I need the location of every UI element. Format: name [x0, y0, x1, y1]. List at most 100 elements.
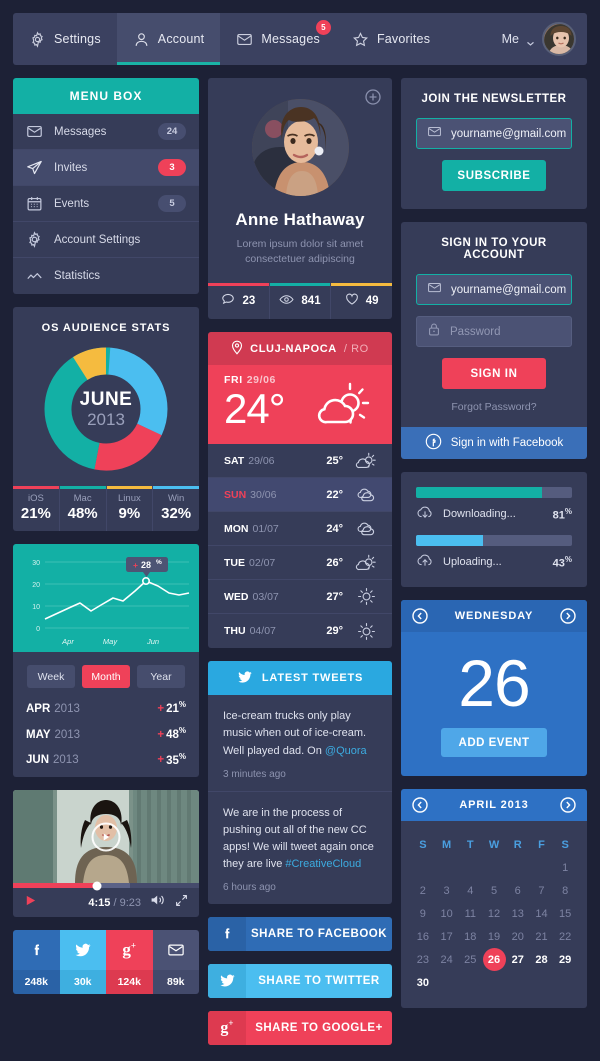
calendar-day[interactable]: 1: [553, 856, 577, 879]
calendar-day[interactable]: 25: [458, 948, 482, 971]
tab-week[interactable]: Week: [27, 665, 75, 688]
forgot-password-link[interactable]: Forgot Password?: [416, 401, 572, 413]
calendar-day[interactable]: 23: [411, 948, 435, 971]
calendar-day[interactable]: [506, 971, 530, 994]
menu-item-label: Account Settings: [54, 233, 141, 246]
weather-forecast-row[interactable]: TUE 02/07 26°: [208, 546, 392, 581]
calendar-day[interactable]: 15: [553, 902, 577, 925]
newsletter-email-field[interactable]: yourname@gmail.com: [416, 118, 572, 149]
calendar-day[interactable]: 3: [435, 879, 459, 902]
calendar-day[interactable]: 28: [530, 948, 554, 971]
calendar-day[interactable]: [411, 856, 435, 879]
signin-facebook-button[interactable]: Sign in with Facebook: [401, 427, 587, 459]
calendar-day[interactable]: 2: [411, 879, 435, 902]
calendar-day[interactable]: 17: [435, 925, 459, 948]
menu-item-messages[interactable]: Messages 24: [13, 114, 199, 150]
social-count-googleplus[interactable]: g+ 124k: [106, 930, 153, 995]
calendar-day[interactable]: 14: [530, 902, 554, 925]
calendar-day[interactable]: 19: [482, 925, 506, 948]
social-count-twitter[interactable]: 30k: [59, 930, 106, 995]
menu-item-statistics[interactable]: Statistics: [13, 258, 199, 294]
social-count-facebook[interactable]: 248k: [13, 930, 60, 995]
weather-forecast-row[interactable]: SUN 30/06 22°: [208, 478, 392, 513]
nav-item-settings[interactable]: Settings: [13, 13, 117, 65]
tweet-item[interactable]: Ice-cream trucks only play music when ou…: [208, 695, 392, 792]
add-friend-icon[interactable]: [365, 89, 381, 105]
forecast-date: 03/07: [252, 590, 279, 603]
prev-day-icon[interactable]: [412, 608, 428, 624]
calendar-day[interactable]: [458, 971, 482, 994]
calendar-day-today[interactable]: 26: [482, 948, 506, 971]
calendar-day[interactable]: 29: [553, 948, 577, 971]
calendar-day[interactable]: [530, 856, 554, 879]
social-count-email[interactable]: 89k: [152, 930, 199, 995]
calendar-day[interactable]: 7: [530, 879, 554, 902]
signin-button[interactable]: SIGN IN: [442, 358, 546, 389]
transfer-progress-card: Downloading... 81% Uploading... 43%: [401, 472, 587, 587]
calendar-day[interactable]: 21: [530, 925, 554, 948]
play-overlay-button[interactable]: [91, 822, 121, 852]
nav-item-messages[interactable]: Messages 5: [220, 13, 336, 65]
signin-email-field[interactable]: yourname@gmail.com: [416, 274, 572, 305]
share-twitter-button[interactable]: SHARE TO TWITTER: [208, 963, 392, 998]
share-facebook-button[interactable]: SHARE TO FACEBOOK: [208, 916, 392, 951]
add-event-button[interactable]: ADD EVENT: [441, 728, 547, 757]
nav-item-account[interactable]: Account: [116, 13, 221, 65]
calendar-day[interactable]: 18: [458, 925, 482, 948]
profile-stat-views[interactable]: 841: [269, 283, 332, 320]
nav-item-favorites[interactable]: Favorites: [336, 13, 446, 65]
menu-item-events[interactable]: Events 5: [13, 186, 199, 222]
calendar-day[interactable]: [530, 971, 554, 994]
signin-password-field[interactable]: Password: [416, 316, 572, 347]
calendar-day[interactable]: [435, 971, 459, 994]
next-day-icon[interactable]: [560, 608, 576, 624]
video-thumbnail[interactable]: [13, 790, 199, 884]
tweet-item[interactable]: We are in the process of pushing out all…: [208, 792, 392, 904]
calendar-day[interactable]: 20: [506, 925, 530, 948]
calendar-day[interactable]: [506, 856, 530, 879]
calendar-day[interactable]: 10: [435, 902, 459, 925]
calendar-day[interactable]: 30: [411, 971, 435, 994]
play-button[interactable]: [24, 894, 37, 912]
profile-stat-comments[interactable]: 23: [208, 283, 270, 320]
tab-year[interactable]: Year: [137, 665, 185, 688]
calendar-day[interactable]: [435, 856, 459, 879]
tweet-mention-link[interactable]: @Quora: [325, 745, 367, 757]
calendar-day[interactable]: [482, 856, 506, 879]
video-seek-bar[interactable]: [13, 881, 199, 891]
forecast-date: 04/07: [249, 625, 276, 638]
avatar[interactable]: [542, 22, 576, 56]
weather-forecast-row[interactable]: THU 04/07 29°: [208, 614, 392, 648]
calendar-day[interactable]: 8: [553, 879, 577, 902]
profile-stat-likes[interactable]: 49: [331, 283, 393, 319]
calendar-day[interactable]: 27: [506, 948, 530, 971]
fullscreen-icon[interactable]: [175, 894, 188, 912]
calendar-day[interactable]: 12: [482, 902, 506, 925]
user-menu[interactable]: Me: [502, 13, 587, 65]
calendar-day[interactable]: 11: [458, 902, 482, 925]
calendar-day[interactable]: 6: [506, 879, 530, 902]
calendar-day[interactable]: 4: [458, 879, 482, 902]
weather-forecast-row[interactable]: MON 01/07 24°: [208, 512, 392, 547]
calendar-day[interactable]: [458, 856, 482, 879]
seek-handle[interactable]: [92, 881, 102, 891]
weather-forecast-row[interactable]: WED 03/07 27°: [208, 580, 392, 615]
calendar-day[interactable]: 16: [411, 925, 435, 948]
menu-item-account-settings[interactable]: Account Settings: [13, 222, 199, 258]
calendar-day[interactable]: [482, 971, 506, 994]
calendar-day[interactable]: 9: [411, 902, 435, 925]
tab-month[interactable]: Month: [82, 665, 130, 688]
calendar-day[interactable]: 5: [482, 879, 506, 902]
calendar-day[interactable]: 13: [506, 902, 530, 925]
prev-month-icon[interactable]: [412, 797, 428, 813]
subscribe-button[interactable]: SUBSCRIBE: [442, 160, 546, 191]
weather-forecast-row[interactable]: SAT 29/06 25°: [208, 444, 392, 479]
tweet-hashtag-link[interactable]: #CreativeCloud: [285, 858, 361, 870]
share-googleplus-button[interactable]: g+ SHARE TO GOOGLE+: [208, 1010, 392, 1045]
calendar-day[interactable]: [553, 971, 577, 994]
calendar-day[interactable]: 24: [435, 948, 459, 971]
menu-item-invites[interactable]: Invites 3: [13, 150, 199, 186]
volume-icon[interactable]: [150, 893, 166, 912]
calendar-day[interactable]: 22: [553, 925, 577, 948]
next-month-icon[interactable]: [560, 797, 576, 813]
